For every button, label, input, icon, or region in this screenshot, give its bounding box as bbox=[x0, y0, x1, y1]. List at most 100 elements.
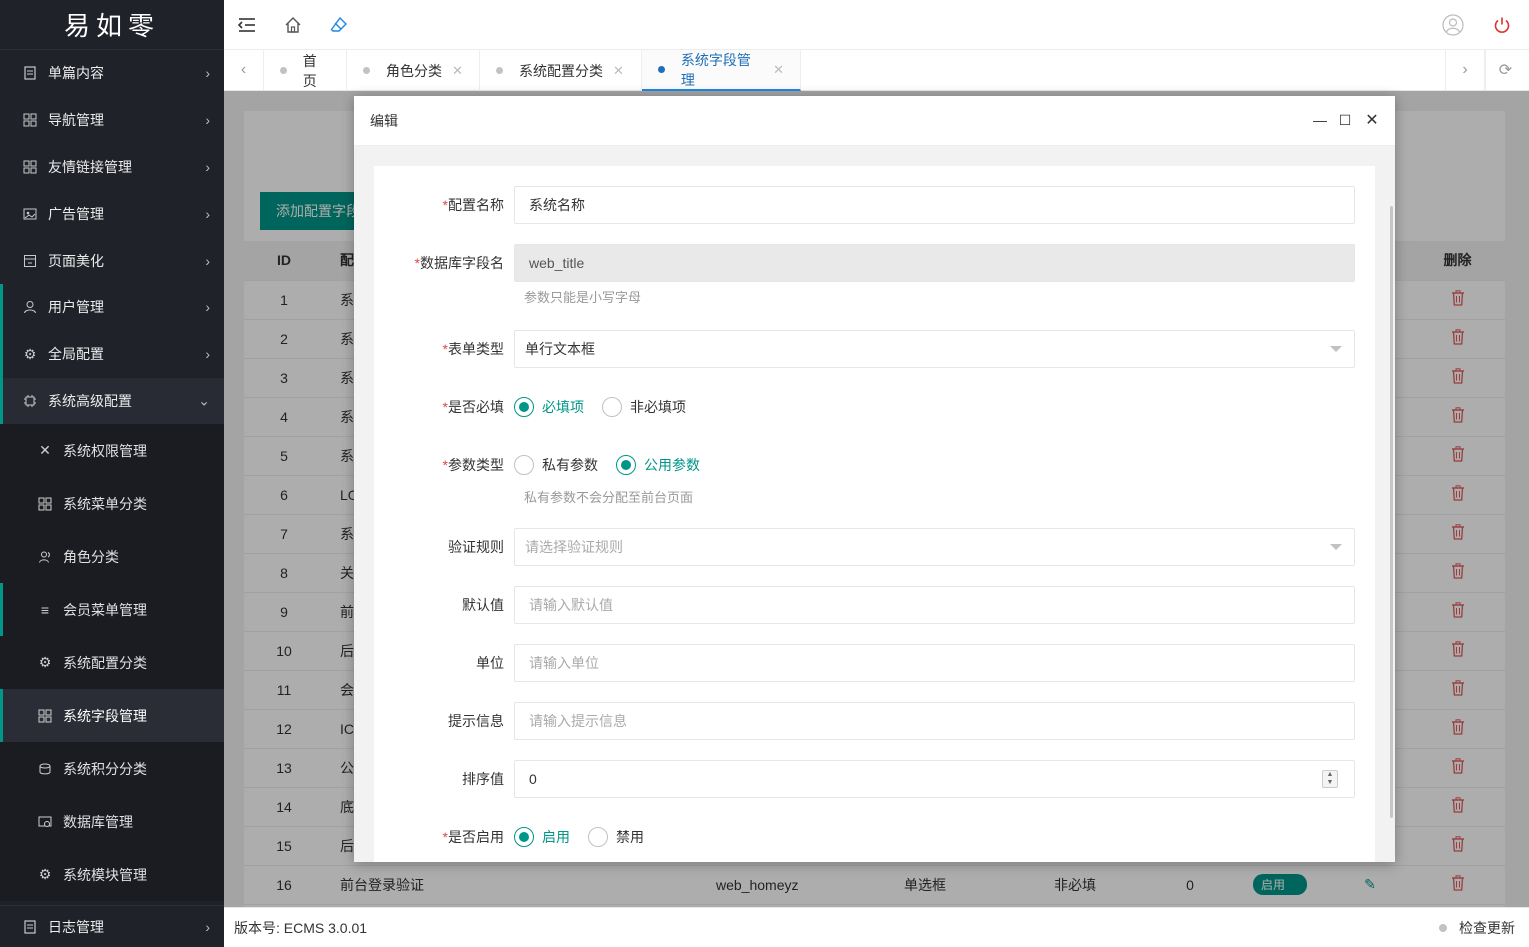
sidebar-item-label: 角色分类 bbox=[63, 548, 119, 565]
radio-circle bbox=[514, 397, 534, 417]
radio-not-required[interactable]: 非必填项 bbox=[602, 397, 686, 417]
tab-dot bbox=[658, 66, 665, 73]
tab-home[interactable]: 首页 bbox=[264, 50, 347, 91]
sidebar-item-single-content[interactable]: 单篇内容 › bbox=[0, 50, 224, 97]
radio-disabled[interactable]: 禁用 bbox=[588, 827, 644, 847]
label-text: 数据库字段名 bbox=[420, 255, 504, 271]
edit-form: *配置名称 系统名称 *数据库字段名 web_title 参数只能是小写字母 *… bbox=[374, 166, 1375, 862]
input-value: web_title bbox=[529, 255, 585, 271]
chip-icon bbox=[22, 393, 38, 409]
gear-icon: ⚙ bbox=[38, 866, 52, 883]
app-logo: 易如零 bbox=[0, 0, 224, 50]
sidebar-item-config-category[interactable]: ⚙ 系统配置分类 bbox=[0, 636, 224, 689]
sidebar-item-modules[interactable]: ⚙ 系统模块管理 bbox=[0, 848, 224, 901]
power-icon[interactable] bbox=[1489, 12, 1515, 38]
sidebar-item-label: 友情链接管理 bbox=[48, 158, 132, 175]
config-name-input[interactable]: 系统名称 bbox=[514, 186, 1355, 224]
stepper-up-icon[interactable]: ▲ bbox=[1327, 771, 1334, 779]
validation-select[interactable]: 请选择验证规则 bbox=[514, 528, 1355, 566]
sidebar-item-label: 系统高级配置 bbox=[48, 392, 132, 409]
input-value: 0 bbox=[529, 771, 537, 787]
tab-field-management[interactable]: 系统字段管理 ✕ bbox=[642, 50, 801, 91]
required-radio-group: 必填项 非必填项 bbox=[514, 388, 704, 426]
sidebar-item-roles[interactable]: 角色分类 bbox=[0, 530, 224, 583]
sidebar-item-global-config[interactable]: ⚙ 全局配置 › bbox=[0, 330, 224, 378]
sidebar-item-label: 全局配置 bbox=[48, 346, 104, 363]
unit-input[interactable]: 请输入单位 bbox=[514, 644, 1355, 682]
close-icon[interactable]: ✕ bbox=[613, 63, 624, 79]
close-icon[interactable]: ✕ bbox=[1361, 109, 1383, 131]
label-text: 排序值 bbox=[462, 771, 504, 787]
minimize-icon[interactable]: — bbox=[1309, 109, 1331, 131]
sidebar-item-menu-category[interactable]: 系统菜单分类 bbox=[0, 477, 224, 530]
radio-circle bbox=[616, 455, 636, 475]
label-text: 提示信息 bbox=[448, 713, 504, 729]
menu-collapse-icon[interactable] bbox=[234, 12, 260, 38]
home-icon[interactable] bbox=[280, 12, 306, 38]
radio-circle bbox=[514, 455, 534, 475]
input-placeholder: 请输入提示信息 bbox=[529, 713, 627, 729]
version-text: 版本号: ECMS 3.0.01 bbox=[234, 919, 368, 936]
tip-input[interactable]: 请输入提示信息 bbox=[514, 702, 1355, 740]
close-icon[interactable]: ✕ bbox=[773, 62, 784, 78]
field-label: 排序值 bbox=[374, 760, 504, 798]
page-icon bbox=[22, 253, 38, 269]
gear-icon: ⚙ bbox=[38, 654, 52, 671]
radio-public-param[interactable]: 公用参数 bbox=[616, 455, 700, 475]
radio-required[interactable]: 必填项 bbox=[514, 397, 584, 417]
avatar[interactable] bbox=[1440, 12, 1466, 38]
eraser-icon[interactable] bbox=[326, 12, 352, 38]
label-text: 配置名称 bbox=[448, 197, 504, 213]
db-field-input: web_title bbox=[514, 244, 1355, 282]
stepper-down-icon[interactable]: ▼ bbox=[1327, 779, 1334, 787]
grid-icon bbox=[22, 112, 38, 128]
caret-down-icon bbox=[1330, 544, 1342, 550]
label-text: 验证规则 bbox=[448, 539, 504, 555]
close-icon[interactable]: ✕ bbox=[452, 63, 463, 79]
refresh-icon[interactable]: ⟳ bbox=[1485, 50, 1525, 90]
chevron-right-icon[interactable]: › bbox=[1445, 50, 1485, 90]
default-value-input[interactable]: 请输入默认值 bbox=[514, 586, 1355, 624]
sidebar-item-navigation[interactable]: 导航管理 › bbox=[0, 97, 224, 144]
db-field-hint: 参数只能是小写字母 bbox=[524, 290, 642, 305]
sidebar-item-friend-links[interactable]: 友情链接管理 › bbox=[0, 144, 224, 191]
label-text: 是否启用 bbox=[448, 829, 504, 845]
number-stepper[interactable]: ▲ ▼ bbox=[1322, 770, 1338, 788]
tab-roles[interactable]: 角色分类 ✕ bbox=[347, 50, 480, 91]
tab-config-category[interactable]: 系统配置分类 ✕ bbox=[480, 50, 642, 91]
check-update-button[interactable]: 检查更新 bbox=[1439, 908, 1515, 947]
sidebar-item-points-category[interactable]: 系统积分分类 bbox=[0, 742, 224, 795]
sidebar-item-label: 系统配置分类 bbox=[63, 654, 147, 671]
sidebar-item-users[interactable]: 用户管理 › bbox=[0, 283, 224, 331]
radio-circle bbox=[514, 827, 534, 847]
radio-private-param[interactable]: 私有参数 bbox=[514, 455, 598, 475]
sidebar-item-label: 单篇内容 bbox=[48, 65, 104, 82]
form-type-select[interactable]: 单行文本框 bbox=[514, 330, 1355, 368]
chevron-left-icon[interactable]: ‹ bbox=[224, 50, 264, 90]
sidebar-item-field-management[interactable]: 系统字段管理 bbox=[0, 689, 224, 743]
scrollbar[interactable] bbox=[1390, 206, 1393, 818]
tab-dot bbox=[496, 67, 503, 74]
chevron-right-icon: › bbox=[205, 112, 210, 129]
chevron-right-icon: › bbox=[205, 919, 210, 935]
label-text: 表单类型 bbox=[448, 341, 504, 357]
input-placeholder: 请输入默认值 bbox=[529, 597, 613, 613]
sidebar-item-page-beautify[interactable]: 页面美化 › bbox=[0, 237, 224, 284]
sidebar-item-database[interactable]: 数据库管理 bbox=[0, 795, 224, 848]
sidebar-item-logs[interactable]: 日志管理 › bbox=[0, 906, 224, 947]
label-text: 参数类型 bbox=[448, 457, 504, 473]
input-value: 系统名称 bbox=[529, 197, 585, 213]
sidebar-bottom: 日志管理 › bbox=[0, 905, 224, 947]
sidebar-item-permissions[interactable]: ✕ 系统权限管理 bbox=[0, 424, 224, 477]
tab-bar: ‹ 首页 角色分类 ✕ 系统配置分类 ✕ 系统字段管理 ✕ › ⟳ bbox=[224, 50, 1529, 91]
sidebar-item-label: 系统权限管理 bbox=[63, 442, 147, 459]
radio-enabled[interactable]: 启用 bbox=[514, 827, 570, 847]
tab-label: 系统配置分类 bbox=[519, 62, 603, 79]
maximize-icon[interactable]: ☐ bbox=[1334, 109, 1356, 131]
sidebar-item-ads[interactable]: 广告管理 › bbox=[0, 190, 224, 237]
sort-number-input[interactable]: 0 ▲ ▼ bbox=[514, 760, 1355, 798]
tab-label: 首页 bbox=[302, 52, 317, 89]
sidebar-item-label: 会员菜单管理 bbox=[63, 601, 147, 618]
sidebar-item-advanced-config[interactable]: 系统高级配置 ⌄ bbox=[0, 377, 224, 425]
sidebar-item-member-menu[interactable]: ≡ 会员菜单管理 bbox=[0, 583, 224, 637]
